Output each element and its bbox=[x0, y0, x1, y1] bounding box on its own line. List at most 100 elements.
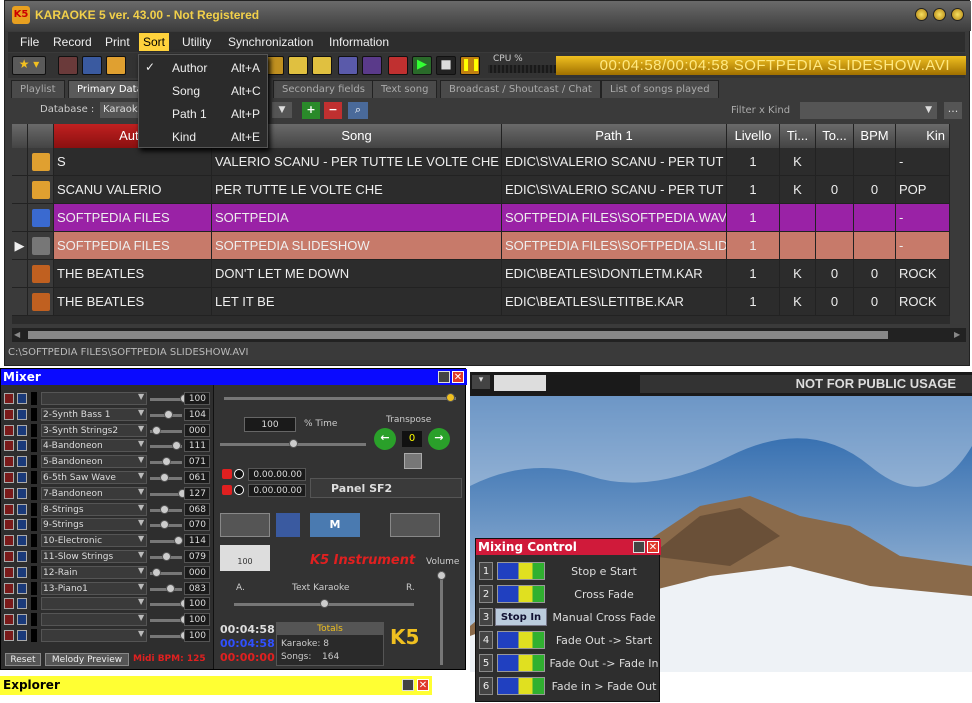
volume-knob[interactable] bbox=[437, 571, 446, 580]
solo-icon[interactable] bbox=[17, 551, 27, 562]
mixing-close-icon[interactable]: ✕ bbox=[647, 541, 659, 553]
instrument-dropdown-icon[interactable]: ▼ bbox=[138, 471, 144, 480]
minimize-icon[interactable] bbox=[915, 8, 928, 21]
table-row[interactable]: S VALERIO SCANU - PER TUTTE LE VOLTE CHE E… bbox=[12, 148, 950, 176]
text-karaoke-knob[interactable] bbox=[320, 599, 329, 608]
channel-volume-slider[interactable] bbox=[150, 635, 182, 638]
channel-volume-knob[interactable] bbox=[162, 552, 171, 561]
solo-icon[interactable] bbox=[17, 582, 27, 594]
mixer-restore-icon[interactable] bbox=[438, 371, 450, 383]
sort-menu-item-path-1[interactable]: Path 1 Alt+P bbox=[139, 103, 267, 126]
spectrum-icon[interactable] bbox=[276, 513, 300, 537]
instrument-select[interactable]: 7-Bandoneon bbox=[41, 486, 147, 500]
mixing-mode-item[interactable]: 4 Fade Out -> Start bbox=[479, 630, 660, 651]
solo-icon[interactable] bbox=[17, 424, 27, 436]
menu-synchronization[interactable]: Synchronization bbox=[228, 35, 313, 49]
instrument-select[interactable]: 13-Piano1 bbox=[41, 581, 147, 595]
table-row[interactable]: SCANU VALERIO PER TUTTE LE VOLTE CHE EDIC\… bbox=[12, 176, 950, 204]
position-slider[interactable] bbox=[224, 397, 456, 400]
marker-1-icon[interactable] bbox=[234, 469, 244, 479]
scroll-left-icon[interactable]: ◀ bbox=[14, 330, 20, 339]
stop-in-button[interactable]: Stop In bbox=[495, 608, 547, 626]
column-header-bpm[interactable]: BPM bbox=[854, 124, 896, 148]
channel-volume-slider[interactable] bbox=[150, 619, 182, 623]
menu-information[interactable]: Information bbox=[329, 35, 389, 49]
instrument-dropdown-icon[interactable]: ▼ bbox=[138, 550, 144, 559]
equalizer-icon[interactable] bbox=[312, 56, 332, 75]
channel-volume-knob[interactable] bbox=[164, 409, 173, 419]
image-icon[interactable] bbox=[288, 56, 308, 75]
pause-icon[interactable]: ❚❚ bbox=[460, 56, 481, 75]
instrument-select[interactable]: 6-5th Saw Wave bbox=[41, 471, 147, 484]
solo-icon[interactable] bbox=[17, 472, 27, 483]
remove-icon[interactable]: − bbox=[324, 102, 342, 119]
explorer-restore-icon[interactable] bbox=[402, 679, 414, 691]
channel-volume-knob[interactable] bbox=[152, 425, 161, 435]
sort-menu-item-kind[interactable]: Kind Alt+E bbox=[139, 126, 267, 149]
sort-menu-item-song[interactable]: Song Alt+C bbox=[139, 80, 267, 103]
instrument-select[interactable]: 8-Strings bbox=[41, 502, 147, 516]
channel-volume-knob[interactable] bbox=[152, 567, 161, 577]
menu-utility[interactable]: Utility bbox=[182, 35, 211, 49]
instrument-dropdown-icon[interactable]: ▼ bbox=[138, 518, 144, 527]
instrument-select[interactable]: 5-Bandoneon bbox=[41, 455, 147, 469]
panel-sf2-button[interactable]: Panel SF2 bbox=[310, 478, 462, 498]
channel-volume-knob[interactable] bbox=[166, 583, 175, 593]
volume-slider[interactable] bbox=[440, 571, 443, 665]
mixing-mode-item[interactable]: 5 Fade Out -> Fade In bbox=[479, 653, 660, 674]
tab-songs-played[interactable]: List of songs played bbox=[601, 80, 719, 98]
solo-icon[interactable] bbox=[17, 503, 27, 515]
mute-icon[interactable] bbox=[4, 487, 14, 499]
instrument-select[interactable] bbox=[41, 629, 147, 642]
mixing-mode-item[interactable]: 6 Fade in > Fade Out bbox=[479, 676, 660, 697]
database-select[interactable]: Karaok bbox=[100, 102, 140, 118]
tab-playlist[interactable]: Playlist bbox=[11, 80, 65, 98]
sort-menu-item-author[interactable]: ✓ Author Alt+A bbox=[139, 57, 267, 80]
menu-print[interactable]: Print bbox=[105, 35, 130, 49]
channel-volume-knob[interactable] bbox=[160, 473, 169, 482]
solo-icon[interactable] bbox=[17, 408, 27, 420]
mute-icon[interactable] bbox=[4, 440, 14, 452]
instrument-dropdown-icon[interactable]: ▼ bbox=[138, 455, 144, 464]
solo-icon[interactable] bbox=[17, 519, 27, 531]
time-field-1[interactable]: 0.00.00.00 bbox=[248, 468, 306, 481]
solo-icon[interactable] bbox=[17, 535, 27, 547]
column-header-path[interactable]: Path 1 bbox=[502, 124, 727, 148]
table-row[interactable]: THE BEATLES DON'T LET ME DOWN EDIC\BEATLES… bbox=[12, 260, 950, 288]
record-2-icon[interactable] bbox=[222, 485, 232, 495]
mute-icon[interactable] bbox=[4, 582, 14, 594]
close-icon[interactable] bbox=[951, 8, 964, 21]
karaoke-icon[interactable] bbox=[106, 56, 126, 75]
instrument-select[interactable]: 3-Synth Strings2 bbox=[41, 423, 147, 437]
add-icon[interactable]: + bbox=[302, 102, 320, 119]
mixer-close-icon[interactable]: ✕ bbox=[452, 371, 464, 383]
instrument-select[interactable]: 9-Strings bbox=[41, 518, 147, 532]
instrument-dropdown-icon[interactable]: ▼ bbox=[138, 408, 144, 417]
instrument-dropdown-icon[interactable]: ▼ bbox=[138, 629, 144, 638]
explorer-close-icon[interactable]: ✕ bbox=[417, 679, 429, 691]
midi-m-icon[interactable]: M bbox=[310, 513, 360, 537]
instrument-dropdown-icon[interactable]: ▼ bbox=[138, 439, 144, 448]
scroll-right-icon[interactable]: ▶ bbox=[954, 330, 960, 339]
instrument-select[interactable]: 11-Slow Strings bbox=[41, 550, 147, 563]
mute-icon[interactable] bbox=[4, 456, 14, 468]
instrument-select[interactable] bbox=[41, 392, 147, 405]
video-dropdown-icon[interactable]: ▾ bbox=[472, 375, 490, 389]
instrument-dropdown-icon[interactable]: ▼ bbox=[138, 613, 144, 622]
solo-icon[interactable] bbox=[17, 566, 27, 578]
mute-icon[interactable] bbox=[4, 630, 14, 641]
menu-file[interactable]: File bbox=[20, 35, 39, 49]
mute-icon[interactable] bbox=[4, 472, 14, 483]
mixing-mode-item[interactable]: 3 Stop In Manual Cross Fade bbox=[479, 607, 660, 628]
channel-volume-knob[interactable] bbox=[162, 457, 171, 467]
instrument-select[interactable] bbox=[41, 613, 147, 627]
lock-icon[interactable] bbox=[404, 453, 422, 469]
solo-icon[interactable] bbox=[17, 598, 27, 610]
tab-broadcast[interactable]: Broadcast / Shoutcast / Chat bbox=[440, 80, 601, 98]
solo-icon[interactable] bbox=[17, 393, 27, 404]
video-icon[interactable] bbox=[338, 56, 358, 75]
instrument-dropdown-icon[interactable]: ▼ bbox=[138, 424, 144, 433]
mute-icon[interactable] bbox=[4, 393, 14, 404]
column-header-kind[interactable]: Kin bbox=[896, 124, 950, 148]
stop-sign-icon[interactable] bbox=[388, 56, 408, 75]
